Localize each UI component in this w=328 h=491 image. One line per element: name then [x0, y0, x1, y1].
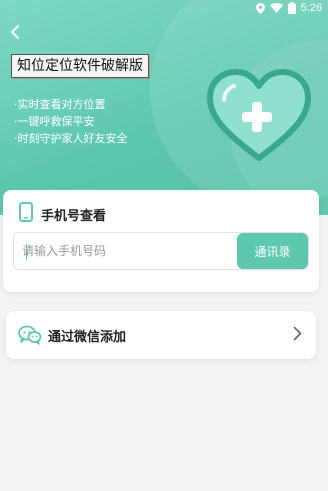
- page-title: 知位定位软件破解版: [11, 54, 149, 78]
- location-icon: [255, 2, 265, 14]
- feature-item: ·一键呼救保平安: [14, 115, 95, 128]
- contacts-button[interactable]: 通讯录: [237, 233, 308, 269]
- feature-list: ·实时查看对方位置 ·一键呼救保平安 ·时刻守护家人好友安全: [14, 96, 128, 147]
- chevron-left-icon: [10, 24, 20, 44]
- wechat-add-card[interactable]: 通过微信添加: [6, 311, 316, 359]
- heart-plus-icon: [204, 66, 314, 170]
- wechat-add-label: 通过微信添加: [48, 330, 127, 345]
- phone-icon: [19, 202, 33, 226]
- phone-lookup-header: 手机号查看: [19, 202, 106, 226]
- feature-item: ·实时查看对方位置: [14, 98, 106, 111]
- wifi-icon: [269, 3, 283, 13]
- feature-item: ·时刻守护家人好友安全: [14, 132, 128, 145]
- back-button[interactable]: [6, 24, 24, 44]
- phone-number-input[interactable]: [22, 233, 232, 269]
- phone-input-row: 通讯录: [13, 232, 309, 270]
- status-bar: 5:26: [255, 0, 322, 16]
- header-banner: 5:26 知位定位软件破解版 ·实时查看对方位置 ·一键呼救保平安 ·时刻守护家…: [0, 0, 328, 215]
- wechat-icon: [18, 325, 42, 349]
- battery-icon: [287, 2, 296, 14]
- status-time: 5:26: [300, 2, 322, 14]
- phone-lookup-title: 手机号查看: [41, 208, 107, 224]
- phone-lookup-card: 手机号查看 通讯录: [3, 190, 319, 292]
- chevron-right-icon: [293, 326, 302, 345]
